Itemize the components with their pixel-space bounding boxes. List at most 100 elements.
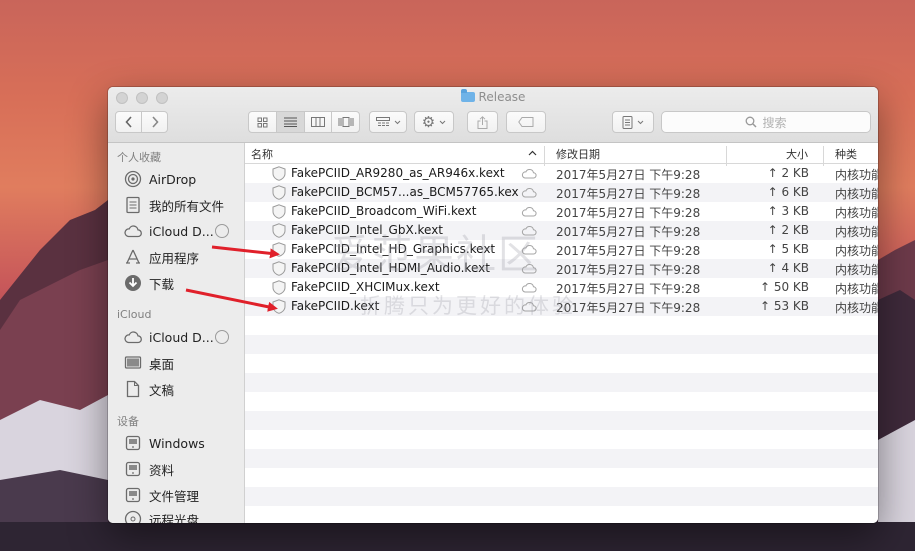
sidebar-item-desktop[interactable]: 桌面 <box>124 353 174 373</box>
file-date: 2017年5月27日 下午9:28 <box>556 168 701 182</box>
share-button[interactable] <box>467 111 498 133</box>
column-header-kind[interactable]: 种类 <box>835 146 857 162</box>
file-size-value: 2 KB <box>781 223 809 237</box>
action-button[interactable]: ⚙ <box>414 111 454 133</box>
kext-shield-icon <box>272 166 286 181</box>
window-titlebar: Release ⚙ 搜索 <box>108 87 878 143</box>
storage-indicator-icon <box>215 224 229 238</box>
table-row[interactable]: FakePCIID.kext 2017年5月27日 下午9:28 ↑ 53 KB 内核… <box>245 297 878 316</box>
table-row[interactable]: FakePCIID_Broadcom_WiFi.kext 2017年5月27日 下… <box>245 202 878 221</box>
sidebar-item-file-management[interactable]: 文件管理 <box>124 485 199 505</box>
sidebar-item-data[interactable]: 资料 <box>124 459 174 479</box>
arrange-button[interactable] <box>369 111 407 133</box>
file-date: 2017年5月27日 下午9:28 <box>556 282 701 296</box>
file-size-value: 50 KB <box>773 280 809 294</box>
sidebar-item-applications[interactable]: 应用程序 <box>124 247 199 267</box>
cloud-icon[interactable] <box>521 263 537 274</box>
file-size-value: 3 KB <box>781 204 809 218</box>
sidebar: 个人收藏 AirDrop 我的所有文件 iCloud D... 应用程序 下载 … <box>108 143 245 523</box>
columns-icon <box>310 117 325 127</box>
file-kind: 内核功能 <box>835 282 878 296</box>
cloud-icon[interactable] <box>521 244 537 255</box>
kext-shield-icon <box>272 223 286 238</box>
empty-row <box>245 316 878 335</box>
cloud-icon[interactable] <box>521 282 537 293</box>
cloud-icon[interactable] <box>521 206 537 217</box>
file-size: ↑ 2 KB <box>768 223 809 237</box>
column-view-button[interactable] <box>305 112 333 132</box>
search-field[interactable]: 搜索 <box>661 111 871 133</box>
kext-shield-icon <box>272 242 286 257</box>
airdrop-icon <box>124 170 142 188</box>
file-date: 2017年5月27日 下午9:28 <box>556 206 701 220</box>
sidebar-item-label: 远程光盘 <box>149 512 200 524</box>
view-mode-control <box>248 111 360 133</box>
sidebar-item-airdrop[interactable]: AirDrop <box>124 169 196 189</box>
file-kind: 内核功能 <box>835 244 878 258</box>
list-view-button[interactable] <box>276 112 305 132</box>
list-icon <box>283 117 297 127</box>
column-header-date[interactable]: 修改日期 <box>556 146 600 162</box>
sidebar-item-all-files[interactable]: 我的所有文件 <box>124 195 224 215</box>
sidebar-item-label: 应用程序 <box>149 250 200 266</box>
table-row[interactable]: FakePCIID_Intel_HDMI_Audio.kext 2017年5月27… <box>245 259 878 278</box>
sidebar-item-downloads[interactable]: 下载 <box>124 273 174 293</box>
sidebar-heading-devices: 设备 <box>117 415 139 428</box>
window-title: Release <box>478 90 526 104</box>
sidebar-heading-icloud: iCloud <box>117 308 152 321</box>
cloud-icon[interactable] <box>521 225 537 236</box>
file-kind: 内核功能 <box>835 168 878 182</box>
grid-icon <box>257 117 268 127</box>
sidebar-item-label: 桌面 <box>149 356 175 372</box>
sidebar-item-documents[interactable]: 文稿 <box>124 379 174 399</box>
tag-button[interactable] <box>506 111 546 133</box>
sidebar-item-icloud-drive[interactable]: iCloud D... <box>124 221 214 241</box>
path-button[interactable] <box>612 111 654 133</box>
sort-ascending-icon <box>528 150 537 156</box>
sidebar-item-label: iCloud D... <box>149 329 214 345</box>
column-separator <box>823 146 824 166</box>
column-header-name[interactable]: 名称 <box>251 146 273 162</box>
file-size-value: 4 KB <box>781 261 809 275</box>
kext-shield-icon <box>272 185 286 200</box>
table-row[interactable]: FakePCIID_Intel_HD_Graphics.kext 2017年5月2… <box>245 240 878 259</box>
column-header-size[interactable]: 大小 <box>786 146 808 162</box>
sidebar-item-windows[interactable]: Windows <box>124 433 205 453</box>
file-size: ↑ 2 KB <box>768 166 809 180</box>
file-size-value: 5 KB <box>781 242 809 256</box>
all-files-icon <box>124 196 142 214</box>
table-row[interactable]: FakePCIID_XHCIMux.kext 2017年5月27日 下午9:28 ↑… <box>245 278 878 297</box>
chevron-down-icon <box>637 120 644 124</box>
empty-row <box>245 487 878 506</box>
table-row[interactable]: FakePCIID_BCM57...as_BCM57765.kext 2017年5… <box>245 183 878 202</box>
file-name: FakePCIID.kext <box>291 299 380 313</box>
coverflow-view-button[interactable] <box>332 112 359 132</box>
sidebar-item-remote-disc[interactable]: 远程光盘 <box>124 509 199 523</box>
disk-icon <box>124 460 142 478</box>
cloud-icon[interactable] <box>521 301 537 312</box>
table-row[interactable]: FakePCIID_AR9280_as_AR946x.kext 2017年5月27… <box>245 164 878 183</box>
back-button[interactable] <box>116 112 142 132</box>
icon-view-button[interactable] <box>249 112 277 132</box>
disk-icon <box>124 434 142 452</box>
empty-row <box>245 468 878 487</box>
coverflow-icon <box>338 117 354 127</box>
upload-arrow-icon: ↑ <box>767 242 782 256</box>
file-name: FakePCIID_BCM57...as_BCM57765.kext <box>291 185 519 199</box>
sidebar-item-icloud-drive-2[interactable]: iCloud D... <box>124 327 214 347</box>
empty-row <box>245 392 878 411</box>
table-row[interactable]: FakePCIID_Intel_GbX.kext 2017年5月27日 下午9:2… <box>245 221 878 240</box>
chevron-left-icon <box>124 116 132 128</box>
column-separator <box>544 146 545 166</box>
file-name: FakePCIID_Intel_HD_Graphics.kext <box>291 242 496 256</box>
cloud-icon[interactable] <box>521 187 537 198</box>
forward-button[interactable] <box>142 112 167 132</box>
file-size-value: 2 KB <box>781 166 809 180</box>
kext-shield-icon <box>272 204 286 219</box>
folder-icon <box>460 89 475 102</box>
window-title-area: Release <box>108 89 878 104</box>
file-size: ↑ 53 KB <box>760 299 809 313</box>
cloud-icon[interactable] <box>521 168 537 179</box>
finder-window: Release ⚙ 搜索 个人收藏 AirDrop 我的所有文件 iCloud … <box>108 87 878 523</box>
file-list: 名称 修改日期 大小 种类 FakePCIID_AR9280_as_AR946x… <box>245 143 878 523</box>
